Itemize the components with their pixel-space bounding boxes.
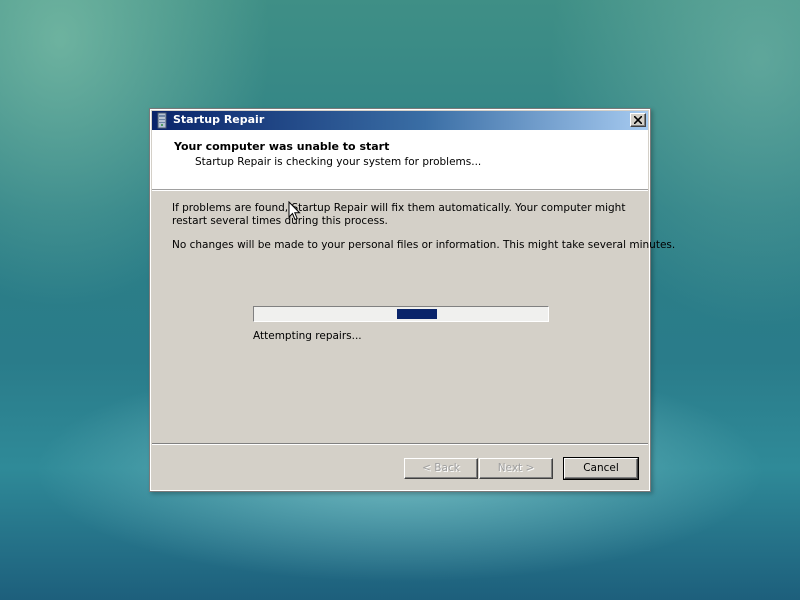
header-panel: Your computer was unable to start Startu… [152, 130, 648, 190]
header-subtitle: Startup Repair is checking your system f… [195, 156, 482, 168]
startup-repair-app-icon [157, 112, 167, 129]
cancel-button[interactable]: Cancel [563, 457, 639, 480]
progress-marquee-chunk [397, 309, 437, 319]
next-button[interactable]: Next > [479, 458, 553, 479]
info-paragraph-automatic-fix: If problems are found, Startup Repair wi… [172, 202, 626, 227]
back-button[interactable]: < Back [404, 458, 478, 479]
header-divider [152, 190, 648, 191]
close-icon [634, 116, 642, 124]
header-title: Your computer was unable to start [174, 140, 390, 153]
progress-bar [253, 306, 549, 322]
info-paragraph-no-changes: No changes will be made to your personal… [172, 239, 676, 251]
window-title: Startup Repair [173, 113, 265, 126]
mouse-pointer-icon [288, 201, 301, 221]
footer-divider [152, 443, 648, 445]
startup-repair-dialog: Startup Repair Your computer was unable … [149, 108, 676, 492]
close-button[interactable] [630, 113, 646, 127]
title-bar[interactable]: Startup Repair [152, 111, 648, 130]
progress-status-text: Attempting repairs... [253, 330, 362, 342]
